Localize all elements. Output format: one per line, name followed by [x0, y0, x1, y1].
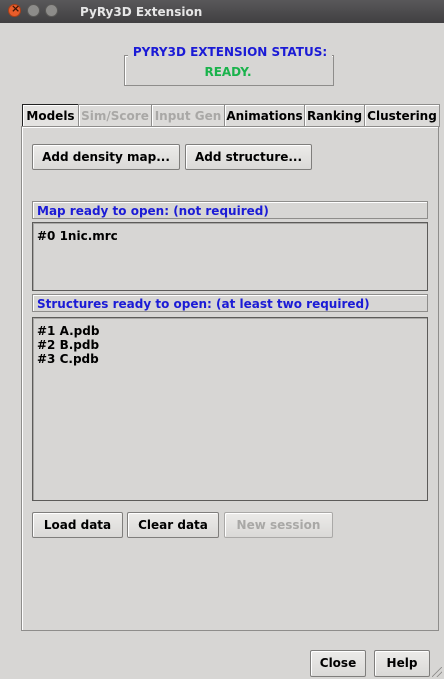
tab-animations[interactable]: Animations: [224, 104, 305, 127]
map-list[interactable]: #0 1nic.mrc: [32, 222, 428, 291]
list-item[interactable]: #0 1nic.mrc: [37, 229, 423, 243]
maximize-window-icon[interactable]: [45, 4, 58, 17]
footer-bar: Close Help: [0, 640, 444, 679]
resize-grip-icon[interactable]: [432, 667, 442, 677]
tab-ranking[interactable]: Ranking: [304, 104, 365, 127]
clear-data-button[interactable]: Clear data: [127, 512, 219, 538]
tab-models[interactable]: Models: [22, 104, 79, 128]
help-button[interactable]: Help: [374, 650, 430, 677]
map-section-label: Map ready to open: (not required): [32, 201, 428, 219]
add-density-map-button[interactable]: Add density map...: [32, 144, 180, 170]
new-session-button[interactable]: New session: [224, 512, 333, 538]
close-window-icon[interactable]: [8, 2, 21, 17]
status-value: READY.: [204, 65, 252, 79]
list-item[interactable]: #1 A.pdb: [37, 324, 423, 338]
structures-list[interactable]: #1 A.pdb #2 B.pdb #3 C.pdb: [32, 317, 428, 501]
tab-sim-score[interactable]: Sim/Score: [78, 104, 152, 127]
list-item[interactable]: #2 B.pdb: [37, 338, 423, 352]
minimize-window-icon[interactable]: [27, 4, 40, 17]
close-button[interactable]: Close: [310, 650, 366, 677]
title-bar: PyRy3D Extension: [0, 0, 444, 23]
window-title: PyRy3D Extension: [80, 5, 203, 19]
add-structure-button[interactable]: Add structure...: [185, 144, 312, 170]
structures-section-label: Structures ready to open: (at least two …: [32, 294, 428, 312]
tab-clustering[interactable]: Clustering: [364, 104, 440, 127]
status-title: PYRY3D EXTENSION STATUS:: [128, 45, 332, 59]
load-data-button[interactable]: Load data: [32, 512, 123, 538]
list-item[interactable]: #3 C.pdb: [37, 352, 423, 366]
tab-input-gen[interactable]: Input Gen: [151, 104, 225, 127]
